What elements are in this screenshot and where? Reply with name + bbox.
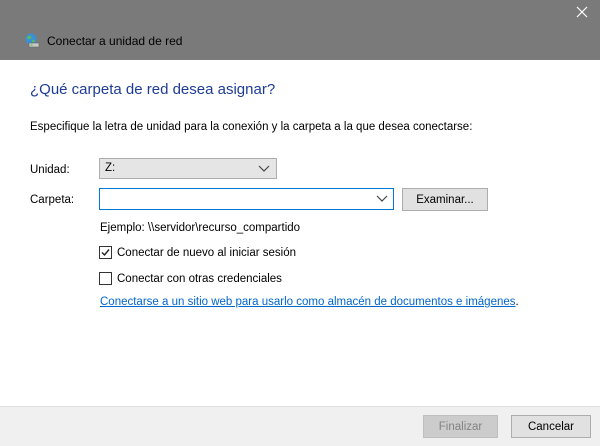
- drive-select[interactable]: Z:: [99, 158, 277, 179]
- folder-input[interactable]: [100, 189, 378, 209]
- other-credentials-label[interactable]: Conectar con otras credenciales: [117, 273, 282, 285]
- title-bar: Conectar a unidad de red: [0, 0, 600, 60]
- instruction-text: Especifique la letra de unidad para la c…: [30, 121, 473, 133]
- window-title: Conectar a unidad de red: [47, 34, 183, 48]
- reconnect-label[interactable]: Conectar de nuevo al iniciar sesión: [117, 247, 296, 259]
- example-text: Ejemplo: \\servidor\recurso_compartido: [100, 222, 301, 234]
- chevron-down-icon[interactable]: [376, 195, 388, 203]
- link-suffix: .: [515, 296, 519, 308]
- other-credentials-checkbox[interactable]: [99, 272, 112, 285]
- reconnect-option[interactable]: Conectar de nuevo al iniciar sesión: [99, 246, 296, 259]
- folder-combobox[interactable]: [99, 188, 394, 210]
- website-storage-link[interactable]: Conectarse a un sitio web para usarlo co…: [100, 296, 516, 308]
- browse-button[interactable]: Examinar...: [402, 188, 488, 211]
- other-credentials-option[interactable]: Conectar con otras credenciales: [99, 272, 282, 285]
- drive-select-value: Z:: [105, 162, 116, 174]
- finish-button[interactable]: Finalizar: [423, 415, 498, 438]
- page-heading: ¿Qué carpeta de red desea asignar?: [30, 81, 276, 98]
- network-drive-icon: [24, 32, 40, 48]
- drive-label: Unidad:: [30, 164, 70, 176]
- cancel-button[interactable]: Cancelar: [511, 415, 591, 438]
- close-icon[interactable]: [572, 3, 592, 21]
- chevron-down-icon: [258, 165, 270, 172]
- dialog-footer: [0, 406, 600, 446]
- website-link-row: Conectarse a un sitio web para usarlo co…: [100, 296, 519, 308]
- reconnect-checkbox[interactable]: [99, 246, 112, 259]
- folder-label: Carpeta:: [30, 194, 75, 206]
